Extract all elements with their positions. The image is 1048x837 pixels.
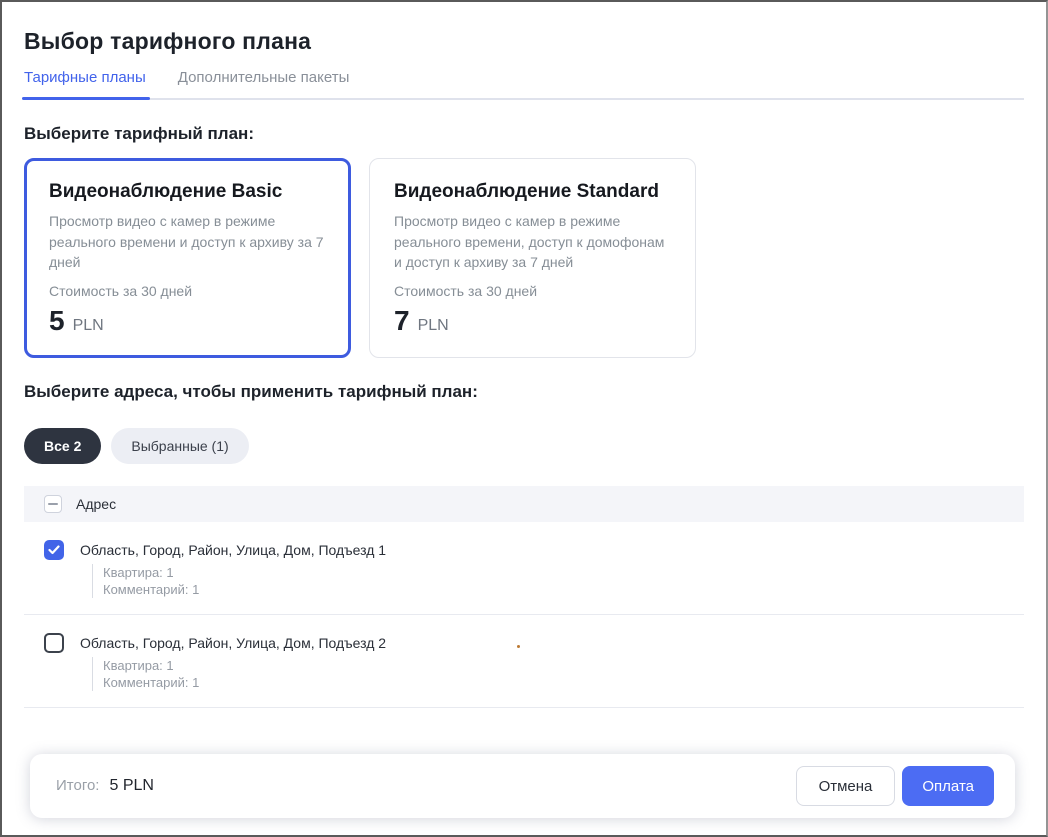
address-checkbox-unchecked[interactable] [44, 633, 64, 653]
indeterminate-minus-icon [48, 503, 58, 505]
total-block: Итого: 5 PLN [56, 777, 154, 795]
address-column-header: Адрес [76, 496, 116, 512]
tab-additional-packages[interactable]: Дополнительные пакеты [178, 69, 350, 98]
plan-description: Просмотр видео с камер в режиме реальног… [394, 211, 671, 273]
stray-dot [517, 645, 520, 648]
apartment-line: Квартира: 1 [103, 564, 386, 581]
address-checkbox-checked[interactable] [44, 540, 64, 560]
dialog-content: Выбор тарифного плана Тарифные планы Доп… [2, 2, 1046, 708]
filter-chip-selected[interactable]: Выбранные (1) [111, 428, 248, 464]
pay-button[interactable]: Оплата [902, 766, 994, 806]
plan-name: Видеонаблюдение Basic [49, 181, 326, 203]
price-value: 7 [394, 305, 410, 337]
total-footer-bar: Итого: 5 PLN Отмена Оплата [30, 754, 1015, 818]
filter-chip-all[interactable]: Все 2 [24, 428, 101, 464]
tab-bar: Тарифные планы Дополнительные пакеты [24, 69, 1024, 100]
plan-description: Просмотр видео с камер в режиме реальног… [49, 211, 326, 273]
plan-cards: Видеонаблюдение Basic Просмотр видео с к… [24, 158, 1024, 358]
total-value: 5 PLN [109, 777, 153, 795]
address-table: Адрес Область, Город, Район, Улица, Дом,… [24, 486, 1024, 708]
address-row-2: Область, Город, Район, Улица, Дом, Подъе… [24, 615, 1024, 708]
cancel-button[interactable]: Отмена [796, 766, 896, 806]
plan-name: Видеонаблюдение Standard [394, 181, 671, 203]
apartment-line: Квартира: 1 [103, 657, 386, 674]
address-section-heading: Выберите адреса, чтобы применить тарифны… [24, 382, 1024, 402]
price-row: 7 PLN [394, 305, 671, 337]
address-row-text: Область, Город, Район, Улица, Дом, Подъе… [80, 633, 386, 691]
comment-line: Комментарий: 1 [103, 581, 386, 598]
plan-card-standard[interactable]: Видеонаблюдение Standard Просмотр видео … [369, 158, 696, 358]
total-label: Итого: [56, 777, 99, 794]
address-filter-chips: Все 2 Выбранные (1) [24, 428, 1024, 464]
price-currency: PLN [73, 317, 104, 335]
address-row-text: Область, Город, Район, Улица, Дом, Подъе… [80, 540, 386, 598]
address-line: Область, Город, Район, Улица, Дом, Подъе… [80, 633, 386, 653]
tariff-selection-dialog: Выбор тарифного плана Тарифные планы Доп… [0, 0, 1048, 837]
plan-price-block: Стоимость за 30 дней 7 PLN [394, 283, 671, 337]
price-label: Стоимость за 30 дней [49, 283, 326, 299]
tab-tariff-plans[interactable]: Тарифные планы [24, 69, 146, 98]
price-row: 5 PLN [49, 305, 326, 337]
address-line: Область, Город, Район, Улица, Дом, Подъе… [80, 540, 386, 560]
address-details: Квартира: 1 Комментарий: 1 [92, 564, 386, 598]
footer-actions: Отмена Оплата [796, 766, 994, 806]
select-all-checkbox[interactable] [44, 495, 62, 513]
tab-tariff-plans-label: Тарифные планы [24, 69, 146, 86]
price-label: Стоимость за 30 дней [394, 283, 671, 299]
tab-additional-packages-label: Дополнительные пакеты [178, 69, 350, 86]
address-table-header: Адрес [24, 486, 1024, 522]
plan-price-block: Стоимость за 30 дней 5 PLN [49, 283, 326, 337]
address-row-1: Область, Город, Район, Улица, Дом, Подъе… [24, 522, 1024, 615]
page-title: Выбор тарифного плана [24, 28, 1024, 55]
check-icon [48, 545, 60, 555]
plan-section-heading: Выберите тарифный план: [24, 124, 1024, 144]
plan-card-basic[interactable]: Видеонаблюдение Basic Просмотр видео с к… [24, 158, 351, 358]
price-value: 5 [49, 305, 65, 337]
comment-line: Комментарий: 1 [103, 674, 386, 691]
price-currency: PLN [418, 317, 449, 335]
address-details: Квартира: 1 Комментарий: 1 [92, 657, 386, 691]
